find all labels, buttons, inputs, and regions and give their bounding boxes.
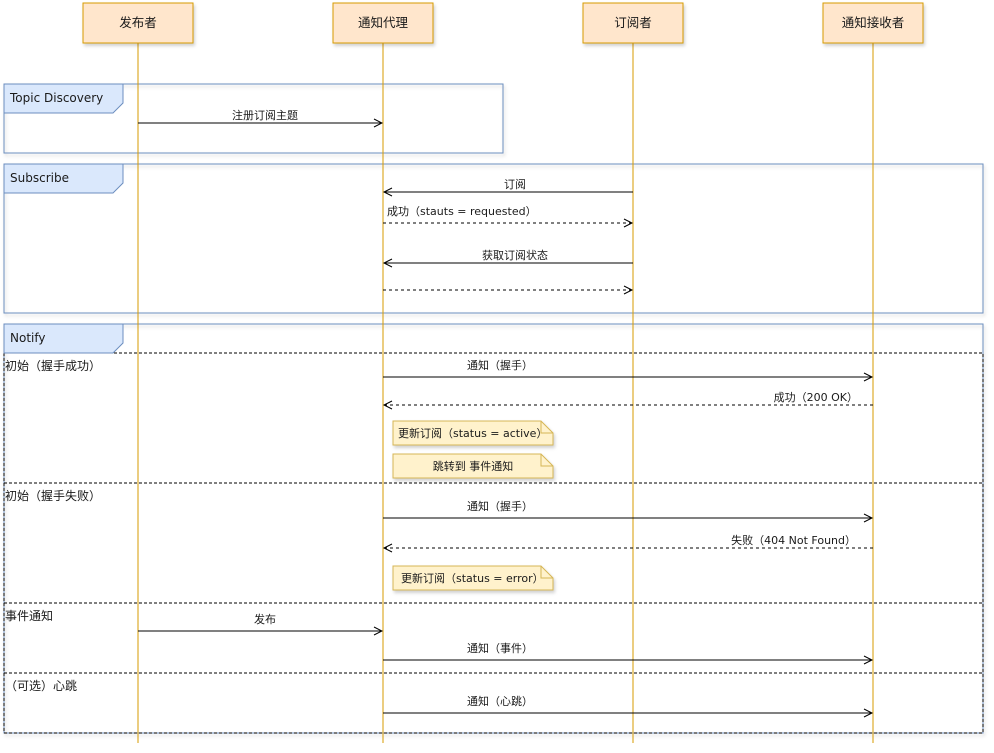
message-label: 通知（事件） — [467, 641, 533, 655]
message-subscribe-success[interactable]: 成功（stauts = requested） — [383, 205, 634, 228]
message-label: 订阅 — [504, 178, 526, 191]
note-status-error[interactable]: 更新订阅（status = error） — [392, 565, 554, 591]
message-handshake-fail[interactable]: 失败（404 Not Found） — [382, 533, 873, 553]
frame-subscribe: Subscribe — [3, 163, 984, 314]
note-label: 更新订阅（status = error） — [401, 571, 544, 585]
message-handshake-ok[interactable]: 成功（200 OK） — [382, 391, 873, 410]
actor-publisher[interactable]: 发布者 — [82, 2, 194, 44]
actor-label: 发布者 — [119, 15, 157, 30]
message-label: 成功（200 OK） — [774, 391, 858, 404]
message-label: 通知（握手） — [467, 358, 533, 372]
actor-broker[interactable]: 通知代理 — [332, 2, 434, 44]
actor-label: 通知接收者 — [842, 15, 905, 30]
section-label-handshake-failure: 初始（握手失败） — [5, 488, 101, 503]
frame-label: Notify — [10, 331, 45, 345]
section-label-event-notification: 事件通知 — [5, 609, 53, 623]
message-notify-handshake-2[interactable]: 通知（握手） — [383, 499, 874, 523]
message-get-status[interactable]: 获取订阅状态 — [382, 248, 633, 268]
actor-subscriber[interactable]: 订阅者 — [582, 2, 684, 44]
message-label: 通知（握手） — [467, 499, 533, 513]
message-publish[interactable]: 发布 — [138, 612, 384, 636]
actor-receiver[interactable]: 通知接收者 — [822, 2, 924, 44]
section-label-handshake-success: 初始（握手成功） — [5, 358, 101, 373]
message-label: 成功（stauts = requested） — [387, 205, 537, 218]
message-register-topic[interactable]: 注册订阅主题 — [138, 108, 384, 128]
actor-label: 通知代理 — [358, 15, 409, 30]
message-label: 通知（心跳） — [467, 694, 533, 708]
message-notify-handshake[interactable]: 通知（握手） — [383, 358, 874, 382]
message-label: 发布 — [254, 612, 276, 626]
message-subscribe[interactable]: 订阅 — [382, 178, 633, 197]
frame-label: Subscribe — [10, 171, 69, 185]
message-status-reply[interactable] — [383, 285, 634, 295]
message-label: 获取订阅状态 — [482, 248, 548, 262]
note-label: 跳转到 事件通知 — [433, 459, 514, 473]
message-label: 失败（404 Not Found） — [731, 533, 856, 547]
sequence-diagram: Topic Discovery Subscribe Notify 初始（握手成功… — [3, 2, 984, 743]
frame-label: Topic Discovery — [9, 91, 103, 105]
actor-label: 订阅者 — [614, 15, 652, 30]
message-label: 注册订阅主题 — [232, 108, 298, 122]
messages: 注册订阅主题 订阅 成功（stauts = requested） 获取订阅状态 — [138, 108, 874, 718]
section-label-heartbeat: （可选）心跳 — [5, 679, 77, 693]
note-status-active[interactable]: 更新订阅（status = active） — [392, 420, 554, 446]
note-label: 更新订阅（status = active） — [398, 426, 547, 440]
lifelines — [137, 43, 874, 743]
note-goto-event[interactable]: 跳转到 事件通知 — [392, 453, 554, 479]
message-notify-event[interactable]: 通知（事件） — [383, 641, 874, 665]
message-notify-heartbeat[interactable]: 通知（心跳） — [383, 694, 874, 718]
frame-notify: Notify 初始（握手成功） 初始（握手失败） 事件通知 （可选）心跳 — [3, 323, 984, 734]
